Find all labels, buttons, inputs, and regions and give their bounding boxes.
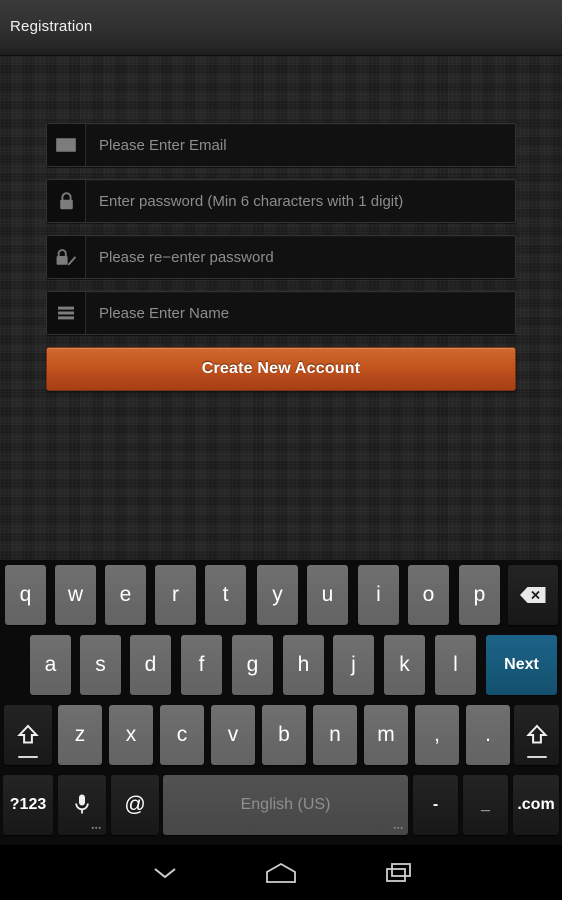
- registration-screen: Registration Please Enter Email Enter pa…: [0, 0, 562, 900]
- dotcom-key[interactable]: .com: [513, 775, 559, 835]
- key-f[interactable]: f: [181, 635, 222, 695]
- key-period[interactable]: .: [466, 705, 510, 765]
- name-field[interactable]: Please Enter Name: [46, 291, 516, 335]
- list-icon: [47, 292, 86, 334]
- title-bar: Registration: [0, 0, 562, 56]
- page-title: Registration: [10, 18, 93, 35]
- key-comma[interactable]: ,: [415, 705, 459, 765]
- email-placeholder: Please Enter Email: [99, 136, 227, 154]
- key-n[interactable]: n: [313, 705, 357, 765]
- key-i[interactable]: i: [358, 565, 399, 625]
- navigation-bar: [0, 845, 562, 900]
- email-field[interactable]: Please Enter Email: [46, 123, 516, 167]
- key-o[interactable]: o: [408, 565, 449, 625]
- key-b[interactable]: b: [262, 705, 306, 765]
- recents-icon: [386, 862, 411, 882]
- home-button[interactable]: [221, 845, 341, 900]
- key-x[interactable]: x: [109, 705, 153, 765]
- popup-dots: ▪▪▪: [91, 825, 102, 832]
- shift-left-key[interactable]: [4, 705, 52, 765]
- key-q[interactable]: q: [5, 565, 46, 625]
- next-key[interactable]: Next: [486, 635, 557, 695]
- mic-icon: [75, 794, 89, 814]
- key-s[interactable]: s: [80, 635, 121, 695]
- microphone-key[interactable]: ▪▪▪: [58, 775, 106, 835]
- popup-dots: ▪▪▪: [393, 825, 404, 832]
- keyboard-row-4: ?123 ▪▪▪ @ English (US) ▪▪▪ - _ .com: [0, 770, 562, 840]
- keyboard-row-1: q w e r t y u i o p: [0, 560, 562, 630]
- name-placeholder: Please Enter Name: [99, 304, 230, 322]
- confirm-password-field[interactable]: Please re−enter password: [46, 235, 516, 279]
- on-screen-keyboard: q w e r t y u i o p a s d f g h j k l Ne…: [0, 560, 562, 845]
- key-g[interactable]: g: [232, 635, 273, 695]
- home-icon: [266, 862, 296, 883]
- backspace-icon: [520, 587, 546, 603]
- key-m[interactable]: m: [364, 705, 408, 765]
- key-e[interactable]: e: [105, 565, 146, 625]
- hyphen-key[interactable]: -: [413, 775, 458, 835]
- key-z[interactable]: z: [58, 705, 102, 765]
- keyboard-row-3: z x c v b n m , .: [0, 700, 562, 770]
- underscore-key[interactable]: _: [463, 775, 508, 835]
- key-w[interactable]: w: [55, 565, 96, 625]
- password-field[interactable]: Enter password (Min 6 characters with 1 …: [46, 179, 516, 223]
- lock-closed-icon: [47, 180, 86, 222]
- shift-underline: [526, 756, 547, 758]
- recents-button[interactable]: [341, 845, 461, 900]
- at-key[interactable]: @: [111, 775, 159, 835]
- keyboard-row-2: a s d f g h j k l Next: [0, 630, 562, 700]
- key-u[interactable]: u: [307, 565, 348, 625]
- create-new-account-label: Create New Account: [201, 360, 361, 377]
- key-d[interactable]: d: [130, 635, 171, 695]
- key-v[interactable]: v: [211, 705, 255, 765]
- shift-icon: [525, 724, 548, 744]
- create-new-account-button[interactable]: Create New Account: [46, 347, 516, 391]
- content-area: Please Enter Email Enter password (Min 6…: [0, 56, 562, 560]
- key-h[interactable]: h: [283, 635, 324, 695]
- password-placeholder: Enter password (Min 6 characters with 1 …: [99, 192, 404, 210]
- key-k[interactable]: k: [384, 635, 425, 695]
- shift-icon: [17, 724, 39, 744]
- symbols-key[interactable]: ?123: [3, 775, 53, 835]
- key-j[interactable]: j: [333, 635, 374, 695]
- key-y[interactable]: y: [257, 565, 298, 625]
- backspace-key[interactable]: [508, 565, 558, 625]
- hide-keyboard-button[interactable]: [105, 845, 225, 900]
- key-t[interactable]: t: [205, 565, 246, 625]
- key-c[interactable]: c: [160, 705, 204, 765]
- hide-keyboard-icon: [154, 867, 176, 878]
- shift-underline: [18, 756, 38, 758]
- key-r[interactable]: r: [155, 565, 196, 625]
- key-l[interactable]: l: [435, 635, 476, 695]
- confirm-password-placeholder: Please re−enter password: [99, 248, 274, 266]
- keyboard-language-label: English (US): [240, 796, 331, 813]
- shift-right-key[interactable]: [514, 705, 559, 765]
- key-a[interactable]: a: [30, 635, 71, 695]
- key-p[interactable]: p: [459, 565, 500, 625]
- lock-edit-icon: [47, 236, 86, 278]
- space-key[interactable]: English (US) ▪▪▪: [163, 775, 408, 835]
- envelope-icon: [47, 124, 86, 166]
